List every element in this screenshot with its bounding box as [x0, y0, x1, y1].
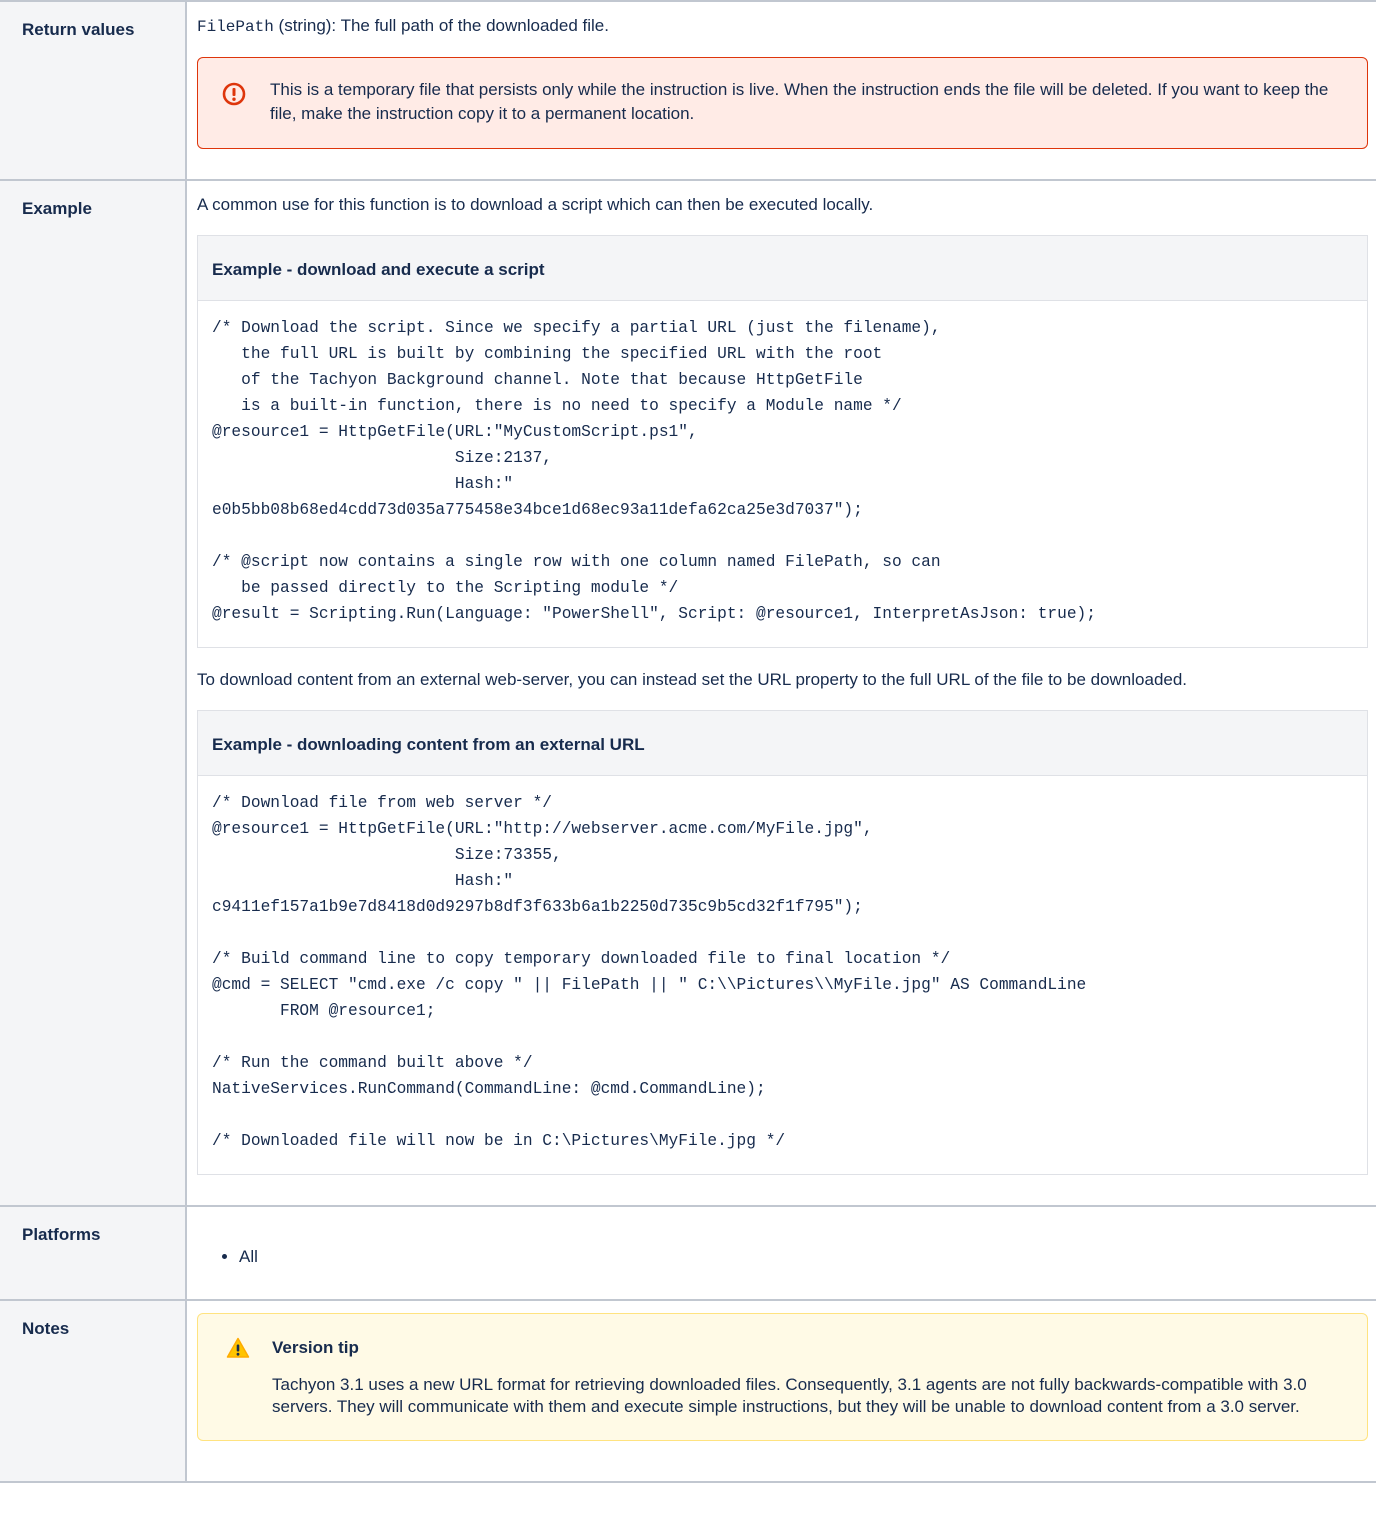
return-values-text: (string): The full path of the downloade… [273, 16, 609, 35]
row-header-platforms: Platforms [0, 1205, 187, 1301]
platforms-list: All [197, 1245, 1368, 1269]
row-platforms: Platforms All [0, 1205, 1376, 1301]
row-header-notes: Notes [0, 1299, 187, 1483]
row-content-platforms: All [185, 1205, 1376, 1301]
code-panel-title: Example - download and execute a script [198, 236, 1367, 301]
row-example: Example A common use for this function i… [0, 179, 1376, 1207]
version-tip-text: Tachyon 3.1 uses a new URL format for re… [272, 1375, 1307, 1416]
row-content-notes: Version tip Tachyon 3.1 uses a new URL f… [185, 1299, 1376, 1483]
row-content-example: A common use for this function is to dow… [185, 179, 1376, 1207]
function-reference-table: Return values FilePath (string): The ful… [0, 0, 1376, 1483]
row-header-example: Example [0, 179, 187, 1207]
warning-icon [226, 1337, 250, 1358]
row-notes: Notes Version tip Tachyon 3.1 uses a new… [0, 1299, 1376, 1483]
code-block: /* Download file from web server */ @res… [198, 776, 1367, 1174]
row-content-return-values: FilePath (string): The full path of the … [185, 0, 1376, 181]
error-panel-text: This is a temporary file that persists o… [270, 80, 1329, 123]
error-icon [222, 82, 246, 106]
example-intro: A common use for this function is to dow… [197, 195, 874, 214]
file-path-code: FilePath [197, 18, 274, 36]
temporary-file-warning-panel: This is a temporary file that persists o… [197, 57, 1368, 149]
version-tip-panel: Version tip Tachyon 3.1 uses a new URL f… [197, 1313, 1368, 1441]
code-panel-external-url: Example - downloading content from an ex… [197, 710, 1368, 1175]
row-header-return-values: Return values [0, 0, 187, 181]
code-block: /* Download the script. Since we specify… [198, 301, 1367, 647]
version-tip-title: Version tip [272, 1338, 359, 1357]
code-panel-download-script: Example - download and execute a script … [197, 235, 1368, 648]
return-values-description: FilePath (string): The full path of the … [197, 14, 1368, 39]
row-return-values: Return values FilePath (string): The ful… [0, 0, 1376, 181]
code-panel-title: Example - downloading content from an ex… [198, 711, 1367, 776]
example-middle-text: To download content from an external web… [197, 670, 1188, 689]
list-item: All [239, 1245, 1368, 1269]
